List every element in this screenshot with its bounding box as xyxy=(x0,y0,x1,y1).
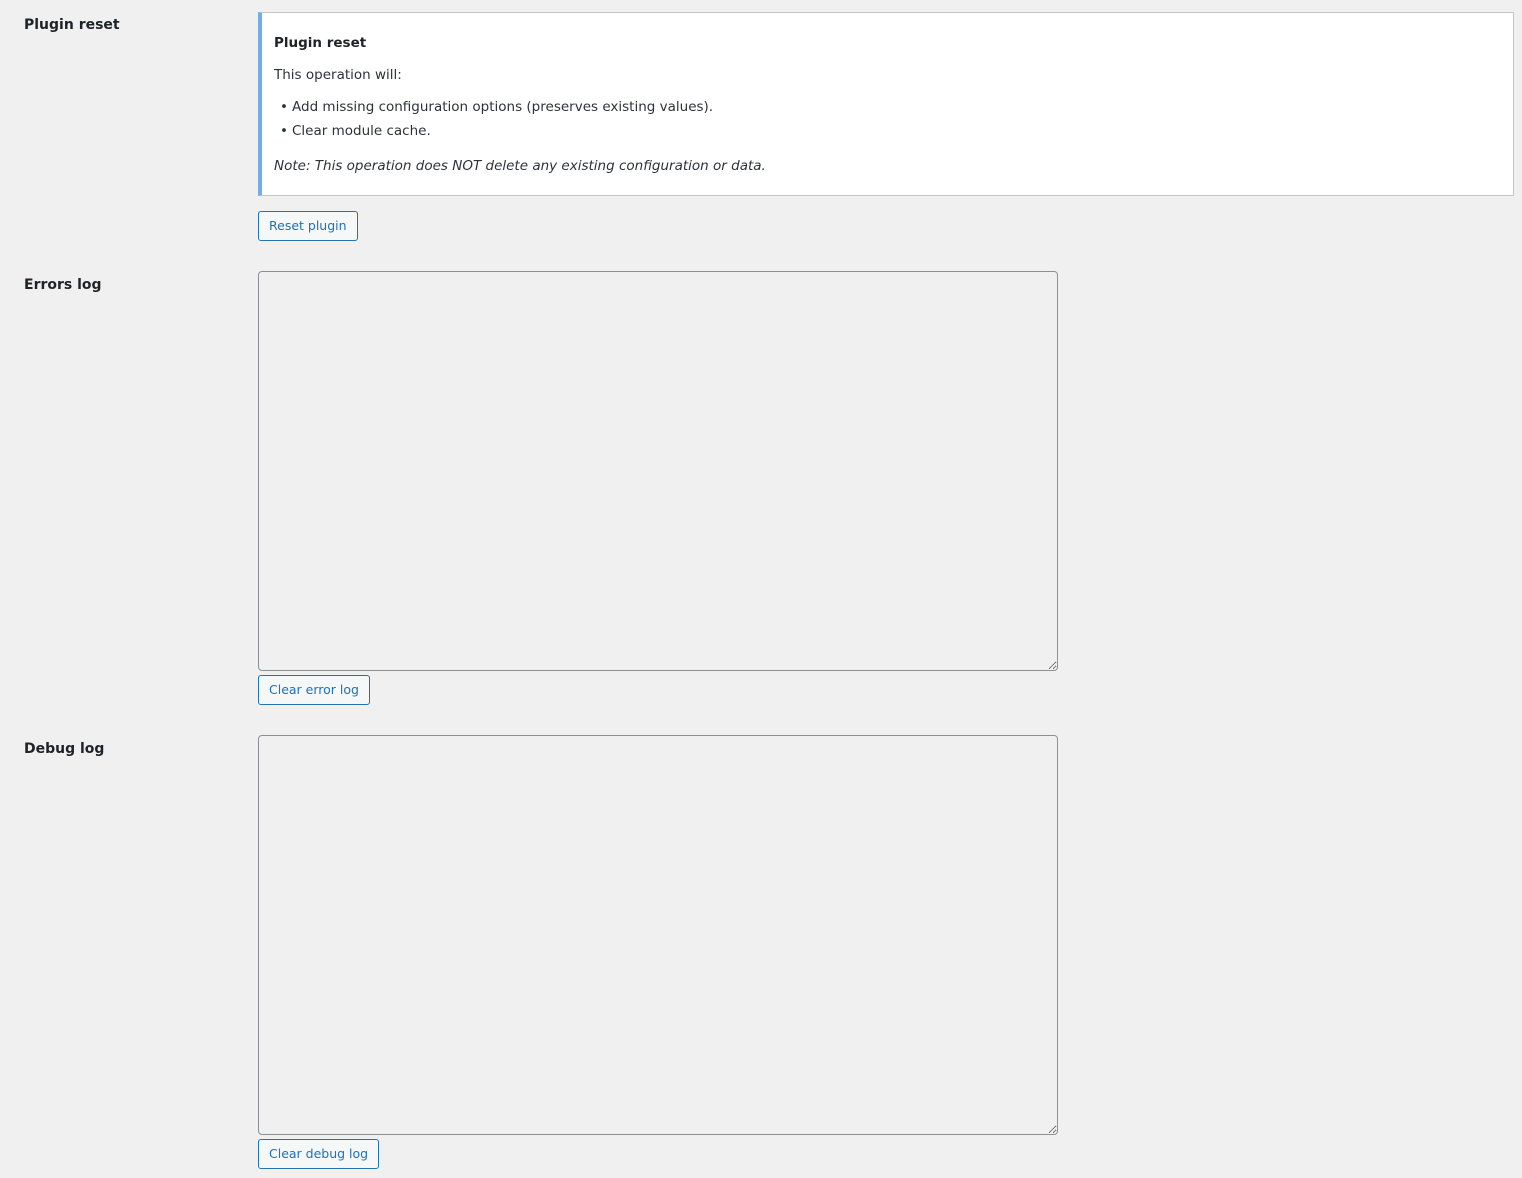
plugin-reset-label: Plugin reset xyxy=(24,17,120,33)
list-item: • Clear module cache. xyxy=(274,119,713,143)
notice-list: • Add missing configuration options (pre… xyxy=(274,95,713,143)
errors-log-label: Errors log xyxy=(24,277,102,293)
notice-note: Note: This operation does NOT delete any… xyxy=(274,158,766,174)
clear-error-log-button[interactable]: Clear error log xyxy=(258,675,370,705)
list-item: • Add missing configuration options (pre… xyxy=(274,95,713,119)
list-item-text: Add missing configuration options (prese… xyxy=(292,99,714,115)
debug-log-textarea[interactable] xyxy=(258,735,1058,1135)
bullet-icon: • xyxy=(280,123,288,139)
bullet-icon: • xyxy=(280,99,288,115)
notice-intro: This operation will: xyxy=(274,67,402,83)
errors-log-textarea[interactable] xyxy=(258,271,1058,671)
plugin-reset-notice: Plugin reset This operation will: • Add … xyxy=(258,12,1514,196)
debug-log-label: Debug log xyxy=(24,741,105,757)
list-item-text: Clear module cache. xyxy=(292,123,431,139)
notice-title: Plugin reset xyxy=(274,35,367,51)
clear-debug-log-button[interactable]: Clear debug log xyxy=(258,1139,380,1169)
reset-plugin-button[interactable]: Reset plugin xyxy=(258,211,358,241)
